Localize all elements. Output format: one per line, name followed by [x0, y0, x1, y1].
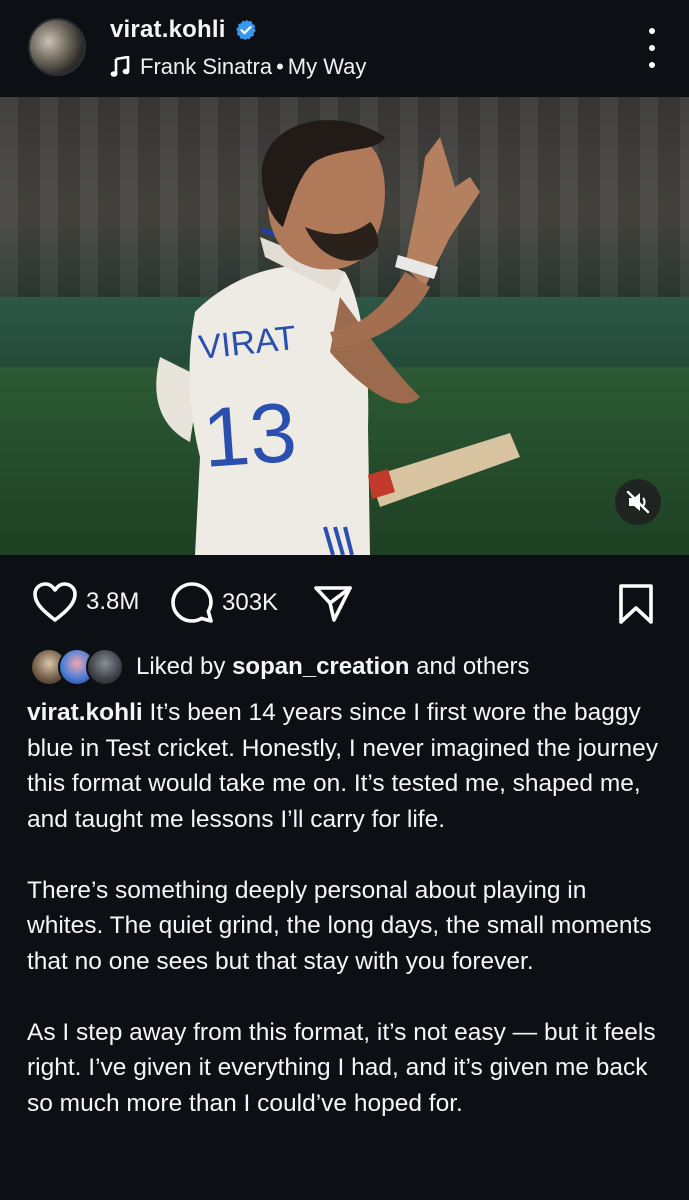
player-figure: VIRAT 13: [156, 120, 520, 555]
song-title: My Way: [287, 54, 367, 79]
username[interactable]: virat.kohli: [110, 16, 226, 44]
mute-button[interactable]: [615, 479, 661, 525]
liked-by-user[interactable]: sopan_creation: [232, 653, 409, 680]
liked-by-suffix[interactable]: and others: [416, 653, 529, 680]
send-icon[interactable]: [313, 583, 353, 623]
comment-icon: [171, 582, 213, 623]
liked-by-avatars: [30, 648, 124, 686]
liked-by-text: Liked by sopan_creation and others: [136, 653, 530, 681]
like-button[interactable]: 3.8M: [32, 581, 139, 623]
liked-by-prefix: Liked by: [136, 653, 226, 680]
post-header: virat.kohli Frank Sinatra • My Way: [0, 0, 689, 97]
post-caption: virat.kohli It’s been 14 years since I f…: [27, 695, 663, 1157]
song-artist: Frank Sinatra: [140, 54, 273, 79]
caption-paragraph: There’s something deeply personal about …: [27, 876, 652, 975]
avatar: [86, 648, 124, 686]
caption-paragraph: virat.kohli It’s been 14 years since I f…: [27, 695, 663, 837]
volume-off-icon: [626, 490, 650, 514]
music-note-icon: [110, 56, 130, 77]
liked-by-row[interactable]: Liked by sopan_creation and others: [30, 648, 530, 686]
heart-icon: [33, 582, 77, 622]
more-dot-icon: [649, 62, 655, 68]
svg-text:13: 13: [200, 385, 300, 485]
music-row[interactable]: Frank Sinatra • My Way: [110, 54, 366, 80]
caption-paragraph: As I step away from this format, it’s no…: [27, 1018, 656, 1117]
comment-button[interactable]: 303K: [170, 581, 278, 625]
likes-count[interactable]: 3.8M: [86, 588, 139, 616]
post-media-video[interactable]: VIRAT 13: [0, 97, 689, 555]
more-dot-icon: [649, 28, 655, 34]
song-separator: •: [276, 54, 284, 79]
caption-username[interactable]: virat.kohli: [27, 699, 143, 726]
comments-count[interactable]: 303K: [222, 589, 278, 617]
action-bar: 3.8M 303K: [0, 575, 689, 631]
username-row: virat.kohli: [110, 16, 258, 44]
profile-avatar[interactable]: [28, 18, 86, 76]
more-dot-icon: [649, 45, 655, 51]
verified-badge-icon: [235, 19, 256, 41]
more-options-button[interactable]: [645, 28, 659, 68]
bookmark-icon[interactable]: [617, 583, 655, 625]
